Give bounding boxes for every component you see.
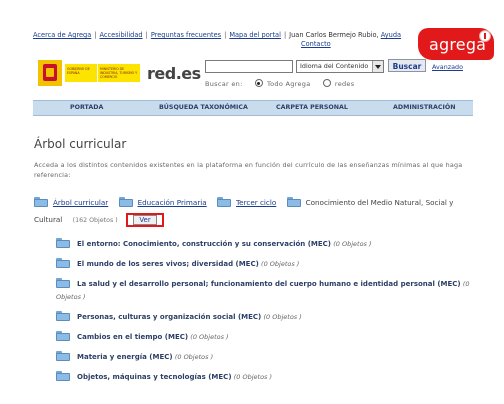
radio-nets[interactable] xyxy=(322,79,331,87)
advanced-search-link[interactable]: Avanzado xyxy=(432,63,463,71)
tree-item-count: (0 Objetos ) xyxy=(263,313,302,321)
folder-icon xyxy=(286,197,301,207)
folder-icon xyxy=(56,278,70,288)
search-button[interactable]: Buscar xyxy=(388,59,426,72)
breadcrumb-arbol-curricular[interactable]: Árbol curricular xyxy=(53,198,108,207)
curriculum-tree: El entorno: Conocimiento, construcción y… xyxy=(56,238,470,391)
folder-icon xyxy=(56,258,70,268)
top-links-bar: Acerca de Agrega | Accesibilidad | Preguntas… xyxy=(33,31,402,48)
logo-info-icon xyxy=(479,30,491,42)
breadcrumb-tercer-ciclo[interactable]: Tercer ciclo xyxy=(236,198,276,207)
link-sitemap[interactable]: Mapa del portal xyxy=(229,31,281,39)
folder-icon xyxy=(56,331,70,341)
main-nav: PORTADA BÚSQUEDA TAXONÓMICA CARPETA PERS… xyxy=(33,100,473,116)
radio-all-agrega[interactable] xyxy=(254,79,263,87)
radio-nets-label: redes xyxy=(334,80,355,88)
nav-item-portada[interactable]: PORTADA xyxy=(70,101,103,115)
tree-item-count: (0 Objetos ) xyxy=(333,240,372,248)
folder-icon xyxy=(56,371,70,381)
crest-icon xyxy=(38,60,62,86)
page-title: Árbol curricular xyxy=(34,137,127,151)
tree-item[interactable]: El entorno: Conocimiento, construcción y… xyxy=(56,238,470,251)
tree-item-count: (0 Objetos ) xyxy=(174,353,214,361)
nav-item-administracion[interactable]: ADMINISTRACIÓN xyxy=(393,101,455,115)
folder-icon xyxy=(34,197,48,207)
folder-icon xyxy=(56,238,70,248)
tree-item-name[interactable]: La salud y el desarrollo personal; funci… xyxy=(77,280,461,288)
radio-all-label: Todo Agrega xyxy=(266,80,311,88)
separator: | xyxy=(224,31,227,39)
breadcrumb-current-line2: Cultural xyxy=(34,215,63,224)
link-faq[interactable]: Preguntas frecuentes xyxy=(151,31,221,39)
tree-item-count: (0 Objetos ) xyxy=(261,260,300,268)
search-scope: Buscar en: Todo Agrega redes xyxy=(205,79,354,88)
tree-item[interactable]: El mundo de los seres vivos; diversidad … xyxy=(56,258,470,271)
tree-item-name[interactable]: Materia y energía (MEC) xyxy=(77,353,173,361)
page-intro: Acceda a los distintos contenidos existe… xyxy=(34,161,463,179)
breadcrumb-current-line1: Conocimiento del Medio Natural, Social y xyxy=(305,198,454,207)
view-button[interactable]: Ver xyxy=(126,213,165,227)
tree-item-name[interactable]: Cambios en el tiempo (MEC) xyxy=(77,333,188,341)
chevron-down-icon xyxy=(372,61,383,72)
separator: | xyxy=(94,31,97,39)
breadcrumb: Árbol curricular Educación Primaria Terc… xyxy=(34,194,474,229)
language-select-value: Idioma del Contenido xyxy=(300,62,369,70)
object-count: (162 Objetos ) xyxy=(72,217,118,224)
folder-icon xyxy=(118,197,133,207)
gobierno-label: GOBIERNO DE ESPAÑA xyxy=(65,64,97,82)
link-accessibility[interactable]: Accesibilidad xyxy=(100,31,143,39)
user-name: Juan Carlos Bermejo Rubio xyxy=(289,31,377,39)
tree-item-name[interactable]: Personas, culturas y organización social… xyxy=(77,313,261,321)
view-button-label: Ver xyxy=(133,215,157,225)
link-contact[interactable]: Contacto xyxy=(301,40,331,48)
tree-item-count: (0 Objetos ) xyxy=(190,333,229,341)
separator: | xyxy=(283,31,287,39)
tree-item-name[interactable]: El mundo de los seres vivos; diversidad … xyxy=(77,260,259,268)
tree-item[interactable]: Cambios en el tiempo (MEC) (0 Objetos ) xyxy=(56,331,470,344)
ministerio-label: MINISTERIO DE INDUSTRIA, TURISMO Y COMER… xyxy=(98,64,140,82)
separator: | xyxy=(145,31,148,39)
tree-item[interactable]: Materia y energía (MEC) (0 Objetos ) xyxy=(56,351,470,364)
nav-item-carpeta-personal[interactable]: CARPETA PERSONAL xyxy=(276,101,348,115)
redes-logo: red.es xyxy=(147,64,201,83)
search-in-label: Buscar en: xyxy=(205,80,243,88)
folder-icon xyxy=(56,311,70,321)
tree-item-count: (0 Objetos ) xyxy=(233,373,273,381)
tree-item-name[interactable]: Objetos, máquinas y tecnologías (MEC) xyxy=(77,373,232,381)
tree-item[interactable]: Objetos, máquinas y tecnologías (MEC) (0… xyxy=(56,371,470,384)
agrega-logo[interactable]: agrega xyxy=(418,28,494,60)
nav-item-busqueda-taxonomica[interactable]: BÚSQUEDA TAXONÓMICA xyxy=(159,101,248,115)
tree-item[interactable]: La salud y el desarrollo personal; funci… xyxy=(34,278,470,304)
logo-text: agrega xyxy=(429,35,487,54)
breadcrumb-educacion-primaria[interactable]: Educación Primaria xyxy=(138,198,207,207)
link-about[interactable]: Acerca de Agrega xyxy=(33,31,91,39)
folder-icon xyxy=(56,351,70,361)
tree-item[interactable]: Personas, culturas y organización social… xyxy=(56,311,470,324)
folder-icon xyxy=(216,197,231,207)
tree-item-name[interactable]: El entorno: Conocimiento, construcción y… xyxy=(77,240,331,248)
language-select[interactable]: Idioma del Contenido xyxy=(296,60,384,73)
search-input[interactable] xyxy=(205,60,293,73)
link-help[interactable]: Ayuda xyxy=(381,31,401,39)
